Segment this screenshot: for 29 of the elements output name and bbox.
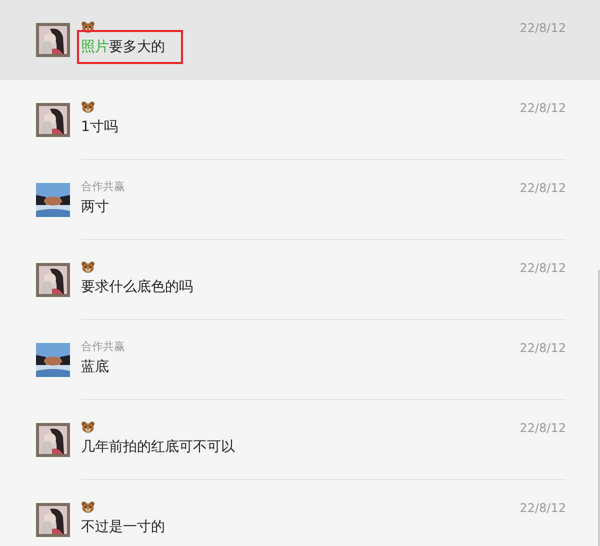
message-text: 几年前拍的红底可不可以 xyxy=(80,438,236,457)
selected-row[interactable]: 22/8/12 照片要多大的 xyxy=(0,0,600,80)
message-date: 22/8/12 xyxy=(520,501,566,515)
sender-name: 合作共赢 xyxy=(81,340,125,354)
message-row[interactable]: 合作共赢 22/8/12 两寸 xyxy=(0,160,600,240)
message-text: 不过是一寸的 xyxy=(80,518,166,537)
bear-icon xyxy=(81,101,95,113)
message-text: 两寸 xyxy=(80,198,110,217)
message-date: 22/8/12 xyxy=(520,101,566,115)
bear-icon xyxy=(81,21,95,33)
message-text: 1寸吗 xyxy=(80,118,119,137)
message-row[interactable]: 合作共赢 22/8/12 蓝底 xyxy=(0,320,600,400)
message-date: 22/8/12 xyxy=(520,181,566,195)
message-date: 22/8/12 xyxy=(520,21,566,35)
message-text: 要求什么底色的吗 xyxy=(80,278,194,297)
message-date: 22/8/12 xyxy=(520,261,566,275)
message-row[interactable]: 22/8/12 几年前拍的红底可不可以 xyxy=(0,400,600,480)
scrollbar[interactable] xyxy=(598,270,600,546)
message-text: 蓝底 xyxy=(80,358,110,377)
message-row[interactable]: 22/8/12 要求什么底色的吗 xyxy=(0,240,600,320)
bear-icon xyxy=(81,261,95,273)
message-row[interactable]: 22/8/12 不过是一寸的 xyxy=(0,480,600,546)
sender-name: 合作共赢 xyxy=(81,180,125,194)
bear-icon xyxy=(81,501,95,513)
message-date: 22/8/12 xyxy=(520,341,566,355)
message-row[interactable]: 22/8/12 1寸吗 xyxy=(0,80,600,160)
message-date: 22/8/12 xyxy=(520,421,566,435)
bear-icon xyxy=(81,421,95,433)
message-text: 照片要多大的 xyxy=(77,30,183,64)
